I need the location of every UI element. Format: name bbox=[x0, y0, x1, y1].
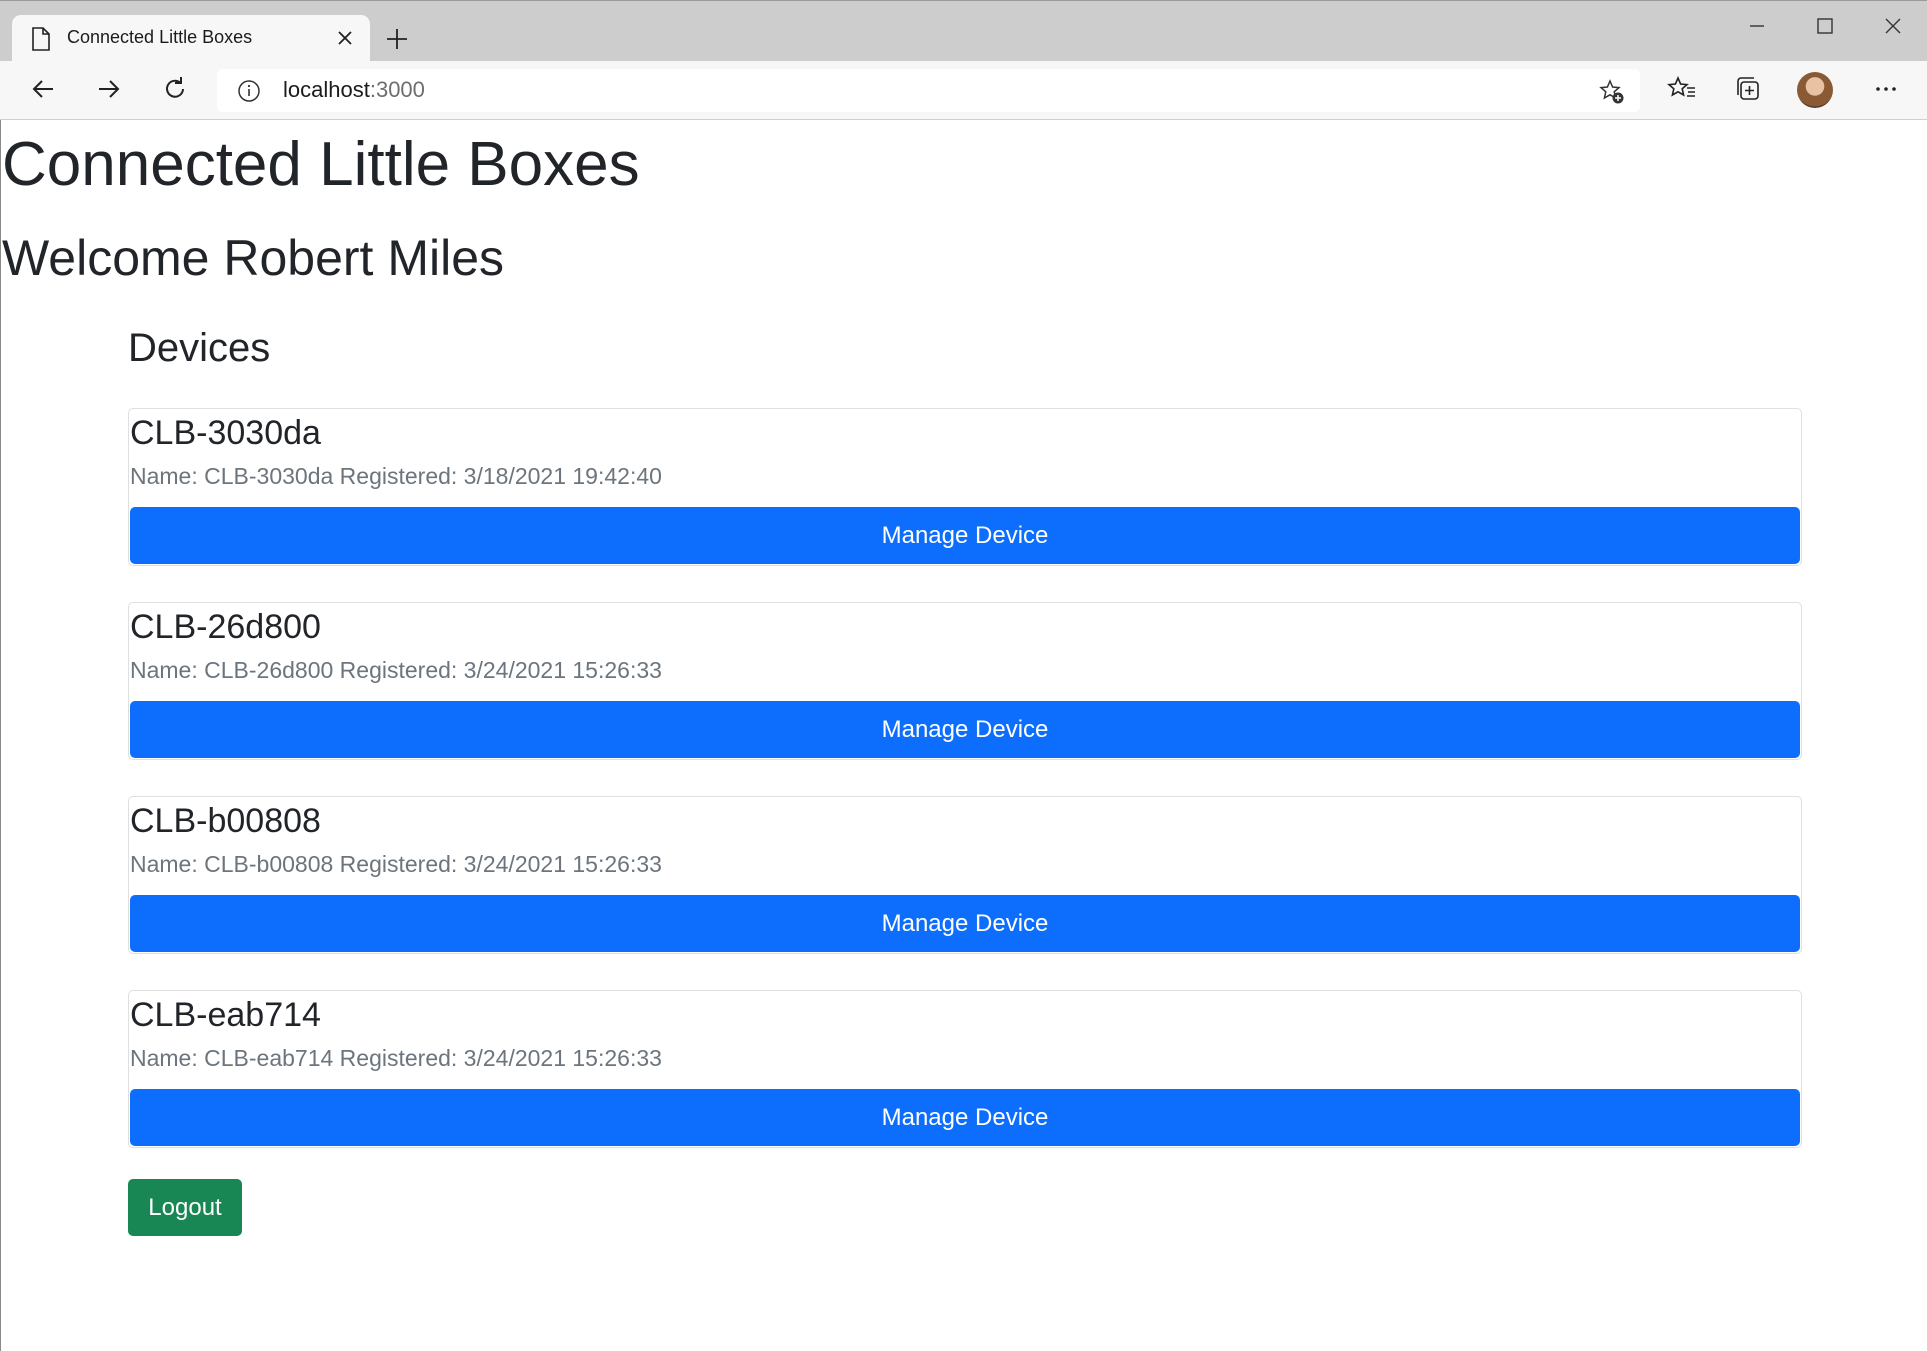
page-title: Connected Little Boxes bbox=[2, 130, 640, 199]
device-title: CLB-b00808 bbox=[130, 802, 321, 840]
address-bar[interactable]: localhost:3000 bbox=[217, 69, 1640, 112]
logout-button[interactable]: Logout bbox=[128, 1179, 242, 1236]
device-title: CLB-3030da bbox=[130, 414, 321, 452]
devices-section: Devices CLB-3030da Name: CLB-3030da Regi… bbox=[128, 320, 1802, 1184]
manage-device-button[interactable]: Manage Device bbox=[130, 895, 1800, 952]
maximize-icon[interactable] bbox=[1810, 11, 1840, 41]
device-card: CLB-26d800 Name: CLB-26d800 Registered: … bbox=[128, 602, 1802, 760]
browser-tab[interactable]: Connected Little Boxes bbox=[12, 15, 370, 62]
device-card: CLB-3030da Name: CLB-3030da Registered: … bbox=[128, 408, 1802, 566]
tab-title: Connected Little Boxes bbox=[67, 27, 253, 47]
minimize-icon[interactable] bbox=[1742, 11, 1772, 41]
browser-tab-strip: Connected Little Boxes bbox=[0, 0, 1927, 62]
url-port: :3000 bbox=[369, 77, 425, 102]
url-text[interactable]: localhost:3000 bbox=[283, 77, 425, 103]
device-card: CLB-b00808 Name: CLB-b00808 Registered: … bbox=[128, 796, 1802, 954]
avatar[interactable] bbox=[1797, 72, 1833, 108]
plus-icon[interactable] bbox=[382, 24, 412, 54]
manage-device-button[interactable]: Manage Device bbox=[130, 1089, 1800, 1146]
close-icon[interactable] bbox=[332, 25, 358, 51]
device-details: Name: CLB-3030da Registered: 3/18/2021 1… bbox=[130, 463, 662, 489]
more-icon[interactable] bbox=[1870, 73, 1902, 105]
devices-heading: Devices bbox=[128, 326, 271, 370]
device-card: CLB-eab714 Name: CLB-eab714 Registered: … bbox=[128, 990, 1802, 1148]
device-details: Name: CLB-26d800 Registered: 3/24/2021 1… bbox=[130, 657, 662, 683]
refresh-icon[interactable] bbox=[159, 73, 191, 105]
add-favorite-icon[interactable] bbox=[1598, 78, 1626, 106]
manage-device-button[interactable]: Manage Device bbox=[130, 507, 1800, 564]
device-details: Name: CLB-b00808 Registered: 3/24/2021 1… bbox=[130, 851, 662, 877]
url-host: localhost bbox=[283, 77, 370, 102]
collections-icon[interactable] bbox=[1732, 73, 1764, 105]
page-content: Connected Little Boxes Welcome Robert Mi… bbox=[0, 120, 1927, 1351]
manage-device-button[interactable]: Manage Device bbox=[130, 701, 1800, 758]
device-details: Name: CLB-eab714 Registered: 3/24/2021 1… bbox=[130, 1045, 662, 1071]
favorites-icon[interactable] bbox=[1666, 73, 1698, 105]
welcome-heading: Welcome Robert Miles bbox=[2, 230, 505, 286]
back-icon[interactable] bbox=[27, 73, 59, 105]
info-icon[interactable] bbox=[237, 79, 261, 103]
page-icon bbox=[32, 27, 50, 51]
forward-icon[interactable] bbox=[93, 73, 125, 105]
device-title: CLB-eab714 bbox=[130, 996, 321, 1034]
device-title: CLB-26d800 bbox=[130, 608, 321, 646]
browser-toolbar: localhost:3000 bbox=[0, 61, 1927, 120]
window-close-icon[interactable] bbox=[1878, 11, 1908, 41]
